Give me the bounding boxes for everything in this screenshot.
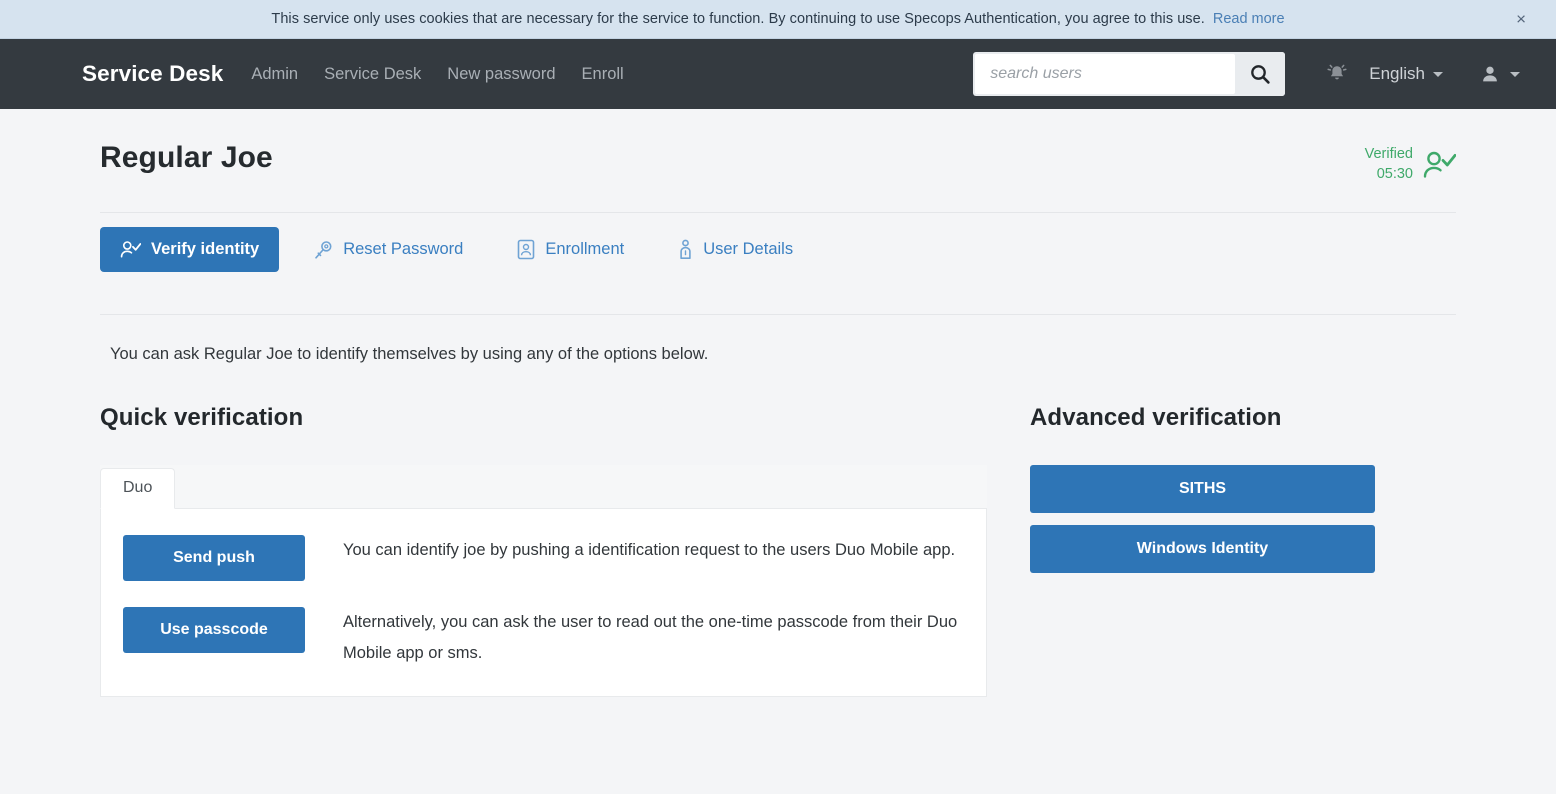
page-header: Regular Joe Verified 05:30 [100, 109, 1456, 184]
status-badge-text: Verified 05:30 [1365, 145, 1413, 184]
cookie-banner-text: This service only uses cookies that are … [271, 11, 1205, 27]
tab-verify-identity-label: Verify identity [151, 240, 260, 259]
tab-enrollment-label: Enrollment [545, 240, 625, 259]
nav-link-enroll[interactable]: Enroll [582, 65, 624, 84]
send-push-button[interactable]: Send push [123, 535, 305, 582]
provider-tab-card: Duo Send push You can identify joe by pu… [100, 465, 987, 698]
user-search [973, 52, 1286, 96]
cookie-banner-message: This service only uses cookies that are … [271, 11, 1284, 27]
user-check-icon [120, 241, 141, 258]
siths-button[interactable]: SITHS [1030, 465, 1375, 514]
navbar-right-cluster: English [973, 52, 1534, 96]
key-icon [315, 240, 332, 259]
tab-verify-identity[interactable]: Verify identity [100, 227, 280, 273]
user-verified-icon [1423, 151, 1456, 178]
cookie-read-more-link[interactable]: Read more [1213, 11, 1285, 27]
tab-user-details[interactable]: User Details [658, 226, 813, 273]
status-badge-label: Verified [1364, 146, 1413, 162]
send-push-description: You can identify joe by pushing a identi… [343, 541, 956, 560]
user-info-icon [680, 239, 691, 260]
cookie-consent-banner: This service only uses cookies that are … [0, 0, 1556, 39]
user-avatar-icon [1483, 66, 1497, 82]
close-icon[interactable]: × [1510, 9, 1532, 30]
language-label: English [1369, 64, 1425, 83]
verification-columns: Quick verification Duo Send push You can… [100, 364, 1456, 698]
tab-reset-password-label: Reset Password [343, 240, 464, 259]
nav-link-service-desk[interactable]: Service Desk [324, 65, 421, 84]
use-passcode-button[interactable]: Use passcode [123, 607, 305, 654]
chevron-down-icon [1510, 71, 1520, 77]
brand-logo[interactable]: Service Desk [82, 61, 223, 87]
nav-link-admin[interactable]: Admin [251, 65, 298, 84]
status-badge: Verified 05:30 [1365, 141, 1456, 184]
verification-option-row: Send push You can identify joe by pushin… [101, 535, 986, 582]
use-passcode-description: Alternatively, you can ask the user to r… [343, 613, 958, 662]
provider-tabstrip: Duo [100, 465, 987, 510]
page-content: Regular Joe Verified 05:30 Verify identi… [0, 109, 1556, 698]
search-button[interactable] [1235, 52, 1286, 96]
verification-option-row: Use passcode Alternatively, you can ask … [101, 607, 986, 668]
advanced-verification-heading: Advanced verification [1030, 404, 1282, 432]
status-badge-time: 05:30 [1376, 165, 1413, 182]
quick-verification-heading: Quick verification [100, 404, 304, 432]
search-input[interactable] [975, 54, 1236, 94]
page-title: Regular Joe [100, 141, 273, 174]
user-menu[interactable] [1479, 63, 1520, 85]
top-navigation-bar: Service Desk Admin Service Desk New pass… [0, 39, 1556, 109]
tab-user-details-label: User Details [703, 240, 794, 259]
search-icon [1251, 65, 1270, 84]
chevron-down-icon [1433, 71, 1443, 77]
language-selector[interactable]: English [1369, 64, 1443, 84]
tab-reset-password[interactable]: Reset Password [293, 227, 483, 273]
windows-identity-button[interactable]: Windows Identity [1030, 525, 1375, 574]
notifications-button[interactable] [1319, 62, 1355, 86]
duo-panel: Send push You can identify joe by pushin… [100, 509, 987, 698]
tab-duo[interactable]: Duo [100, 468, 176, 510]
tab-enrollment[interactable]: Enrollment [497, 226, 644, 273]
primary-nav: Admin Service Desk New password Enroll [251, 65, 623, 84]
nav-link-new-password[interactable]: New password [447, 65, 555, 84]
user-action-tabs: Verify identity Reset Password Enrollmen… [100, 213, 1456, 286]
quick-verification-section: Quick verification Duo Send push You can… [100, 404, 990, 698]
id-card-icon [518, 239, 535, 260]
advanced-verification-section: Advanced verification SITHS Windows Iden… [1030, 404, 1375, 697]
page-intro-text: You can ask Regular Joe to identify them… [110, 345, 709, 364]
notification-bell-icon [1327, 64, 1347, 80]
